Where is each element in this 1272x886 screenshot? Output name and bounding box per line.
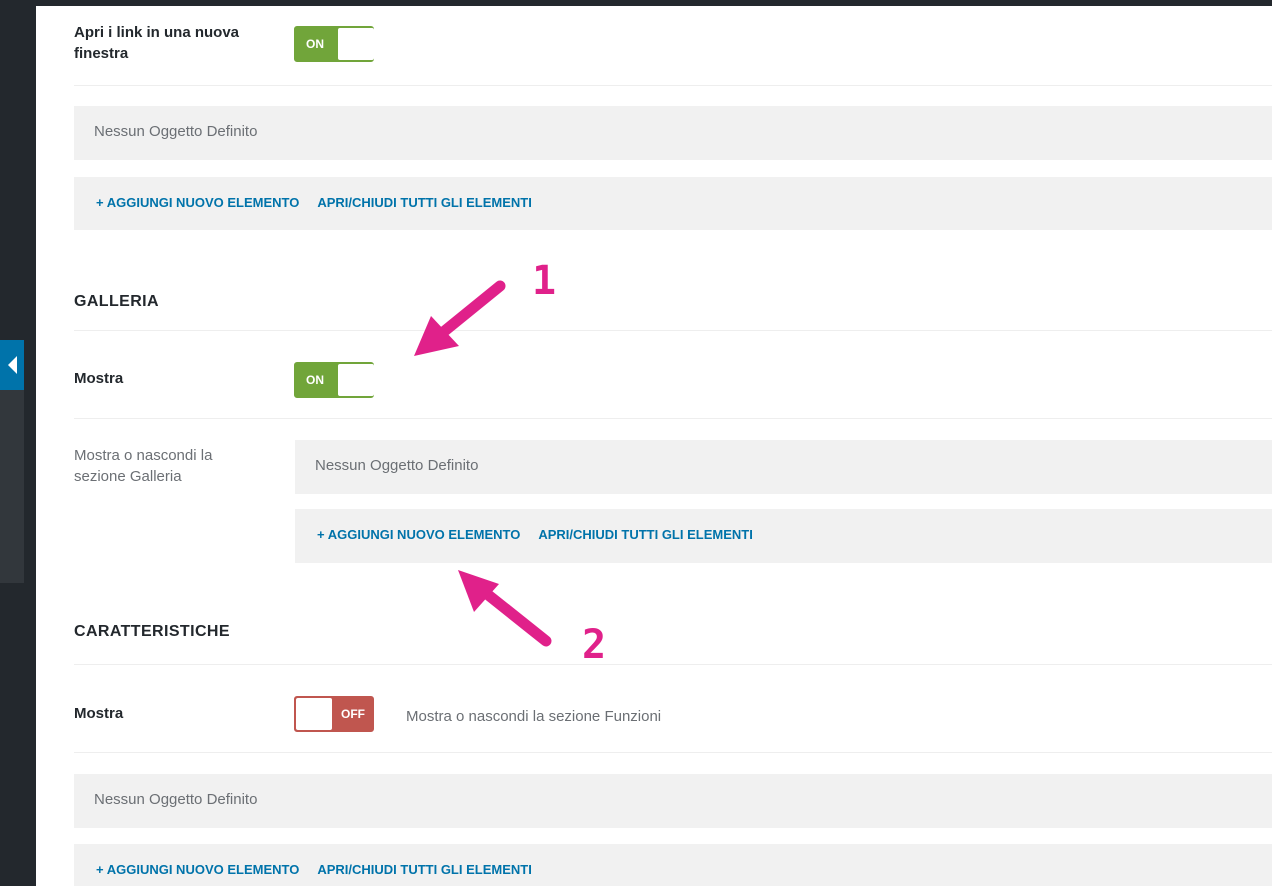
toggle-knob — [338, 364, 374, 396]
toggle-knob — [296, 698, 332, 730]
chevron-left-icon — [8, 356, 17, 374]
links-actions-bar: + AGGIUNGI NUOVO ELEMENTO APRI/CHIUDI TUT… — [74, 177, 1272, 230]
features-actions-bar: + AGGIUNGI NUOVO ELEMENTO APRI/CHIUDI TUT… — [74, 844, 1272, 886]
toggle-all-elements-button[interactable]: APRI/CHIUDI TUTTI GLI ELEMENTI — [538, 527, 753, 542]
add-element-button[interactable]: + AGGIUNGI NUOVO ELEMENTO — [96, 195, 299, 210]
features-show-toggle[interactable]: OFF — [294, 696, 374, 732]
gallery-show-toggle[interactable]: ON — [294, 362, 374, 398]
divider — [74, 330, 1272, 331]
toggle-knob — [338, 28, 374, 60]
toggle-state: ON — [306, 37, 324, 51]
toggle-state: OFF — [341, 707, 365, 721]
toggle-state: ON — [306, 373, 324, 387]
empty-list-text: Nessun Oggetto Definito — [94, 123, 258, 140]
empty-list-text: Nessun Oggetto Definito — [94, 791, 258, 808]
links-empty-list: Nessun Oggetto Definito — [74, 106, 1272, 160]
toggle-all-elements-button[interactable]: APRI/CHIUDI TUTTI GLI ELEMENTI — [317, 862, 532, 877]
add-element-button[interactable]: + AGGIUNGI NUOVO ELEMENTO — [96, 862, 299, 877]
gallery-empty-list: Nessun Oggetto Definito — [295, 440, 1272, 494]
empty-list-text: Nessun Oggetto Definito — [315, 457, 479, 474]
annotation-arrow-icon — [458, 570, 552, 647]
gallery-description: Mostra o nascondi la sezione Galleria — [74, 447, 213, 485]
toggle-all-elements-button[interactable]: APRI/CHIUDI TUTTI GLI ELEMENTI — [317, 195, 532, 210]
collapse-sidebar-button[interactable] — [0, 340, 24, 390]
new-window-toggle[interactable]: ON — [294, 26, 374, 62]
gallery-show-label: Mostra — [74, 370, 124, 387]
divider — [74, 664, 1272, 665]
annotation-number-2: 2 — [582, 622, 607, 668]
admin-sidebar — [0, 0, 36, 886]
sidebar-shade — [0, 388, 24, 583]
divider — [74, 418, 1272, 419]
options-panel: Apri i link in una nuova finestra ON Nes… — [36, 6, 1272, 886]
gallery-heading: GALLERIA — [74, 293, 159, 310]
features-description: Mostra o nascondi la sezione Funzioni — [406, 708, 662, 725]
features-heading: CARATTERISTICHE — [74, 623, 230, 640]
divider — [74, 752, 1272, 753]
gallery-actions-bar: + AGGIUNGI NUOVO ELEMENTO APRI/CHIUDI TUT… — [295, 509, 1272, 563]
add-element-button[interactable]: + AGGIUNGI NUOVO ELEMENTO — [317, 527, 520, 542]
divider — [74, 85, 1272, 86]
features-show-label: Mostra — [74, 705, 124, 722]
annotation-number-1: 1 — [532, 258, 557, 304]
features-empty-list: Nessun Oggetto Definito — [74, 774, 1272, 828]
new-window-label: Apri i link in una nuova finestra — [74, 24, 240, 62]
